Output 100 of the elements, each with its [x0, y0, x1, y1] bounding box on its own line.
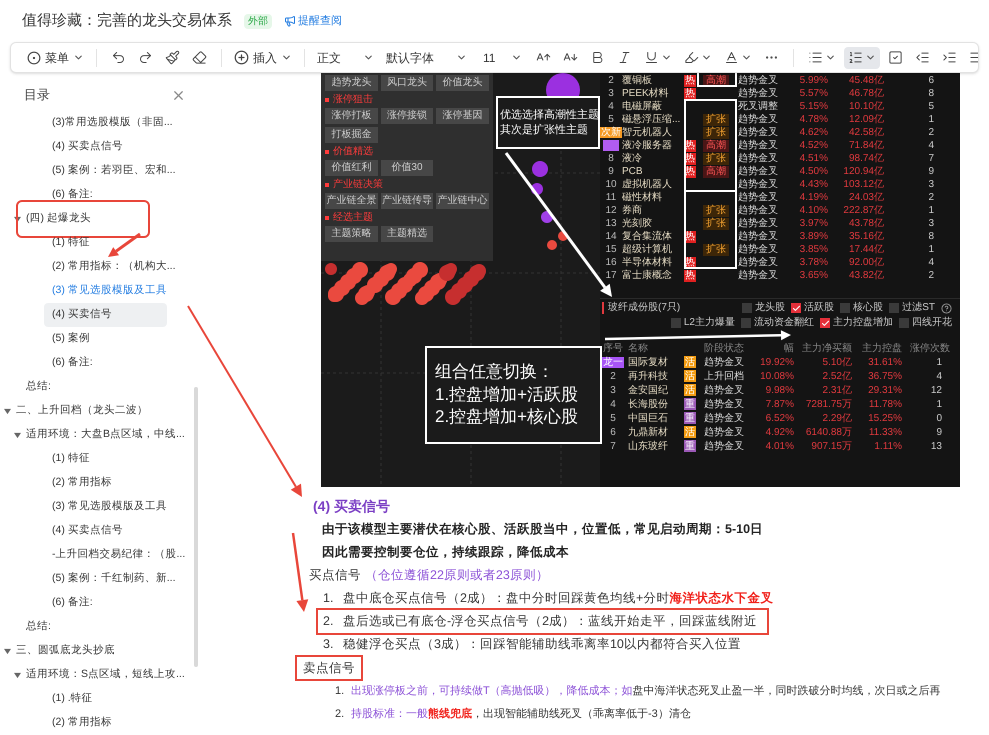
- menu-button[interactable]: 主题精选: [380, 226, 434, 242]
- outline-item[interactable]: (4) 买卖信号: [44, 303, 167, 327]
- tag-label: 高潮: [703, 166, 729, 178]
- hot-label: 热: [684, 74, 696, 86]
- table-cell-text: 山东玻纤: [627, 440, 669, 454]
- expand-triangle-icon[interactable]: [4, 648, 11, 654]
- tag-label: 扩张: [703, 204, 729, 216]
- column-header: 名称: [627, 342, 649, 356]
- table-cell-text: 42.58亿: [848, 126, 884, 139]
- insert-button[interactable]: 插入: [232, 48, 294, 66]
- table-cell-text: 复合集流体: [622, 230, 673, 243]
- hot-label: 热: [684, 88, 696, 100]
- table-cell-text: 6140.88万: [804, 426, 852, 440]
- outline-item[interactable]: (5) 案例：若羽臣、宏和...: [44, 159, 176, 183]
- table-cell-text: 2: [927, 126, 934, 139]
- menu-button[interactable]: 涨停打板: [325, 108, 378, 124]
- expand-triangle-icon[interactable]: [4, 408, 11, 414]
- underline-icon: [644, 50, 660, 65]
- bullet-icon: [325, 150, 329, 154]
- table-cell-text: 趋势金叉: [737, 165, 779, 178]
- outline-item[interactable]: (6) 备注:: [44, 351, 93, 375]
- expand-triangle-icon[interactable]: [14, 216, 21, 222]
- filter-checkbox[interactable]: L2主力爆量: [670, 317, 735, 329]
- table-cell-text: PEEK材料: [622, 87, 670, 100]
- tag-label: 高潮: [703, 74, 729, 86]
- expand-triangle-icon[interactable]: [14, 432, 21, 438]
- table-cell-text: 电磁屏蔽: [622, 100, 663, 113]
- menu-button[interactable]: 产业链中心: [436, 193, 489, 209]
- indent-icon: [942, 50, 958, 65]
- outline-item[interactable]: 总结:: [18, 615, 51, 639]
- list-number: 2.: [323, 613, 334, 630]
- filter-checkbox[interactable]: 主力控盘增加: [820, 317, 893, 329]
- menu-button[interactable]: 产业链传导: [380, 193, 434, 209]
- filter-checkbox[interactable]: 四线开花: [899, 317, 952, 329]
- remind-link[interactable]: 提醒查阅: [284, 12, 342, 30]
- table-cell-text: 中国巨石: [627, 412, 669, 426]
- list-number: 3.: [323, 636, 334, 654]
- outline-item[interactable]: (4) 买卖点信号: [44, 519, 123, 543]
- help-icon[interactable]: [941, 302, 952, 314]
- outline-item[interactable]: (3) 常见选股模版及工具: [44, 279, 167, 303]
- menu-button[interactable]: 涨停接锁: [380, 108, 434, 124]
- menu-button[interactable]: 主题策略: [325, 226, 378, 242]
- table-cell-text: 13: [930, 440, 942, 454]
- outline-item[interactable]: (2) 常用指标: [44, 471, 112, 495]
- outline-item[interactable]: (4) 买卖点信号: [44, 135, 123, 159]
- menu-button[interactable]: 涨停基因: [436, 108, 489, 124]
- outline-item[interactable]: (6) 备注:: [44, 591, 93, 615]
- outline-item[interactable]: (5) 案例: [44, 327, 90, 351]
- outline-item[interactable]: 适用环境：大盘B点区域，中线...: [18, 423, 185, 447]
- expand-triangle-icon[interactable]: [14, 672, 21, 678]
- table-cell-text: 9.98%: [764, 384, 794, 398]
- numbered-list-button[interactable]: [844, 46, 880, 68]
- filter-checkbox[interactable]: 过滤ST: [889, 302, 935, 314]
- font-dropdown[interactable]: 默认字体: [380, 48, 473, 66]
- menu-button[interactable]: 趋势龙头: [325, 75, 378, 91]
- menu-button[interactable]: 产业链全景: [325, 193, 378, 209]
- table-cell-text: 趋势金叉: [737, 152, 779, 165]
- tag-label: 扩张: [703, 152, 729, 164]
- outline-item[interactable]: 三、圆弧底龙头抄底: [8, 639, 115, 663]
- filter-checkbox[interactable]: 龙头股: [742, 302, 786, 314]
- paragraph-style-dropdown[interactable]: 正文: [315, 48, 376, 66]
- list-text: 盘中底仓买点信号（2成）：盘中分时回踩黄色均线+分时海洋状态水下金叉: [343, 590, 774, 608]
- table-cell-text: 35.16亿: [848, 230, 884, 243]
- menu-button[interactable]: 价值30: [380, 160, 434, 176]
- tag-label: 高潮: [703, 140, 729, 152]
- outline-item[interactable]: 二、上升回档（龙头二波）: [8, 399, 148, 423]
- outline-item[interactable]: (3) 常见选股模版及工具: [44, 495, 167, 519]
- tag-label: 扩张: [703, 114, 729, 126]
- table-cell-text: 7: [610, 440, 616, 454]
- table-cell-text: 103.12亿: [842, 178, 884, 191]
- menu-button[interactable]: 价值红利: [325, 160, 378, 176]
- font-size-dropdown[interactable]: 11: [477, 48, 528, 66]
- outline-item[interactable]: (2) 常用指标: [44, 711, 112, 734]
- outline-item[interactable]: -上升回档交易纪律：（股...: [44, 543, 186, 567]
- filter-checkbox[interactable]: 核心股: [840, 302, 884, 314]
- outline-item[interactable]: (3)常用选股模版（非固...: [44, 111, 173, 135]
- outline-item[interactable]: 适用环境：S点区域，短线上攻...: [18, 663, 185, 687]
- scrollbar[interactable]: [194, 387, 198, 667]
- menu-button[interactable]: 菜单: [25, 48, 86, 66]
- outline-item[interactable]: (2) 常用指标：（机构大...: [44, 255, 176, 279]
- bubble: [541, 211, 553, 223]
- table-cell-text: 1: [927, 113, 934, 126]
- outline-item[interactable]: (5) 案例：千红制药、新...: [44, 567, 176, 591]
- menu-section-title: 涨停狙击: [333, 94, 373, 104]
- filter-checkbox[interactable]: 活跃股: [791, 302, 834, 314]
- table-cell: 3: [608, 87, 614, 100]
- table-cell-text: 11.33%: [868, 426, 902, 440]
- table-cell-text: 4.50%: [798, 165, 828, 178]
- table-cell-text: 6: [610, 426, 616, 440]
- menu-button[interactable]: 打板掘金: [325, 127, 378, 143]
- menu-button[interactable]: 风口龙头: [380, 75, 434, 91]
- outline-item[interactable]: (1) 特征: [44, 447, 90, 471]
- filter-checkbox[interactable]: 流动资金翻红: [741, 317, 814, 329]
- list-text: 出现涨停板之前，可持续做T（高抛低吸），降低成本；如盘中海洋状态死叉止盈一半，同时跌破分时均线，次日或之后再: [351, 684, 941, 700]
- table-cell: 2: [608, 74, 614, 87]
- outline-item[interactable]: (1) .特征: [44, 687, 93, 711]
- outline-item[interactable]: 总结:: [18, 375, 51, 399]
- bullet-icon: [325, 216, 329, 220]
- menu-button[interactable]: 价值龙头: [436, 75, 489, 91]
- list-number: 1.: [323, 590, 334, 608]
